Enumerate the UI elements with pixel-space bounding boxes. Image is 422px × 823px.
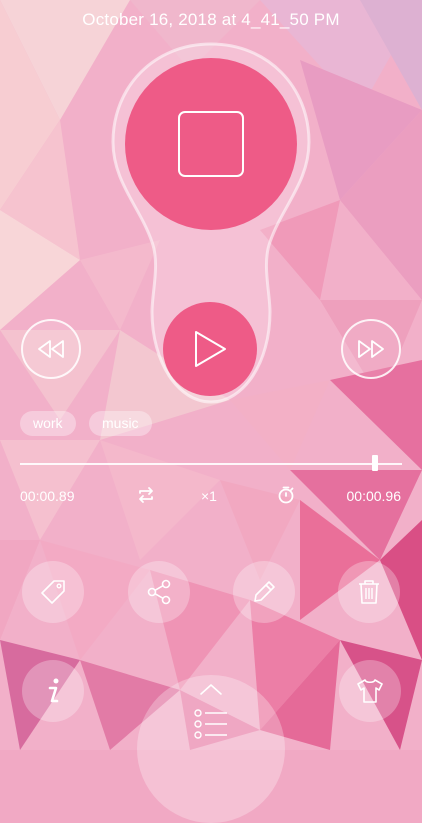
list-icon[interactable] xyxy=(193,708,229,742)
trash-icon xyxy=(359,580,379,604)
progress-thumb[interactable] xyxy=(372,455,379,471)
recording-title[interactable]: October 16, 2018 at 4_41_50 PM xyxy=(0,10,422,30)
stop-square-icon xyxy=(178,111,244,177)
fast-forward-button[interactable] xyxy=(341,319,401,379)
playback-speed[interactable]: ×1 xyxy=(201,488,217,504)
info-icon xyxy=(48,678,59,703)
total-time: 00:00.96 xyxy=(346,488,402,504)
tag-chip-work[interactable]: work xyxy=(20,411,76,436)
rewind-icon xyxy=(38,340,64,358)
timer-icon[interactable] xyxy=(276,485,296,505)
pencil-icon xyxy=(254,581,275,602)
chevron-up-icon[interactable] xyxy=(198,682,224,696)
play-button[interactable] xyxy=(163,302,257,396)
theme-button[interactable] xyxy=(339,660,401,722)
share-icon xyxy=(147,579,171,605)
tshirt-icon xyxy=(357,679,383,703)
edit-button[interactable] xyxy=(233,561,295,623)
tag-chip-music[interactable]: music xyxy=(89,411,152,436)
bottom-drawer[interactable] xyxy=(137,675,285,823)
play-icon xyxy=(195,331,226,367)
share-button[interactable] xyxy=(128,561,190,623)
delete-button[interactable] xyxy=(338,561,400,623)
progress-track[interactable] xyxy=(20,463,402,465)
fast-forward-icon xyxy=(358,340,384,358)
rewind-button[interactable] xyxy=(21,319,81,379)
repeat-icon[interactable] xyxy=(136,485,156,505)
info-button[interactable] xyxy=(22,660,84,722)
elapsed-time: 00:00.89 xyxy=(20,488,75,504)
tag-button[interactable] xyxy=(22,561,84,623)
tag-icon xyxy=(41,580,65,604)
stop-recording-button[interactable] xyxy=(125,58,297,230)
